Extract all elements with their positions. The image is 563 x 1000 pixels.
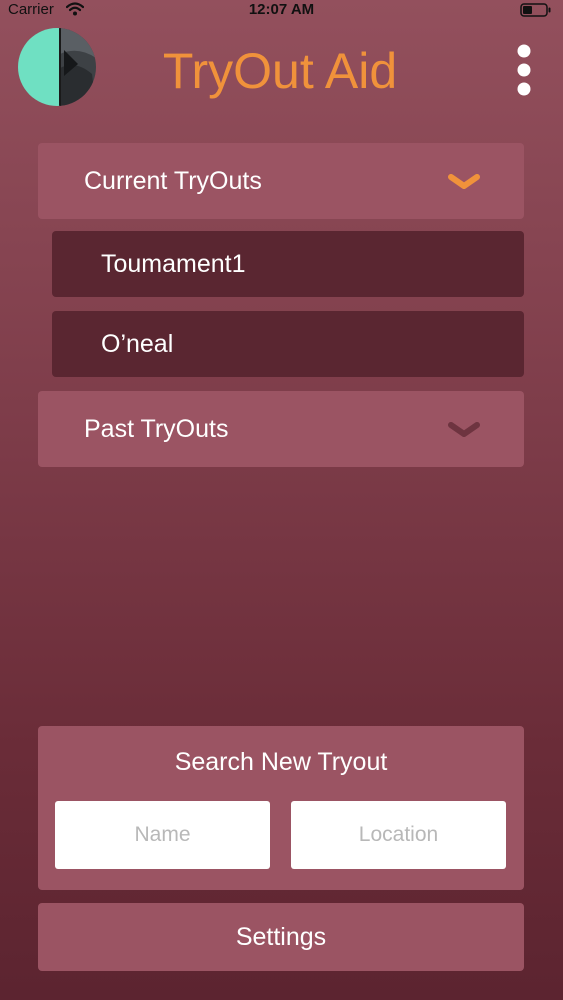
tryout-item-tournament1[interactable]: Toumament1 <box>52 231 524 297</box>
chevron-down-icon[interactable] <box>448 174 480 190</box>
tryout-item-label: Toumament1 <box>101 250 246 278</box>
current-tryouts-label: Current TryOuts <box>84 167 262 195</box>
chevron-down-icon[interactable] <box>448 422 480 438</box>
more-options-icon[interactable] <box>512 44 536 96</box>
status-time: 12:07 AM <box>248 1 315 18</box>
settings-button[interactable]: Settings <box>38 903 524 971</box>
app-title: TryOut Aid <box>162 43 398 99</box>
battery-icon <box>520 3 551 17</box>
past-tryouts-label: Past TryOuts <box>84 415 229 443</box>
name-input[interactable] <box>55 801 270 869</box>
location-input[interactable] <box>291 801 506 869</box>
avatar[interactable] <box>18 28 96 106</box>
status-bar: Carrier 12:07 AM <box>0 0 563 20</box>
current-tryouts-header[interactable]: Current TryOuts <box>38 143 524 219</box>
tryout-item-oneal[interactable]: O’neal <box>52 311 524 377</box>
past-tryouts-header[interactable]: Past TryOuts <box>38 391 524 467</box>
search-new-tryout-panel: Search New Tryout <box>38 726 524 890</box>
avatar-image <box>18 28 96 106</box>
tryout-item-label: O’neal <box>101 330 174 358</box>
search-panel-title: Search New Tryout <box>174 748 388 776</box>
